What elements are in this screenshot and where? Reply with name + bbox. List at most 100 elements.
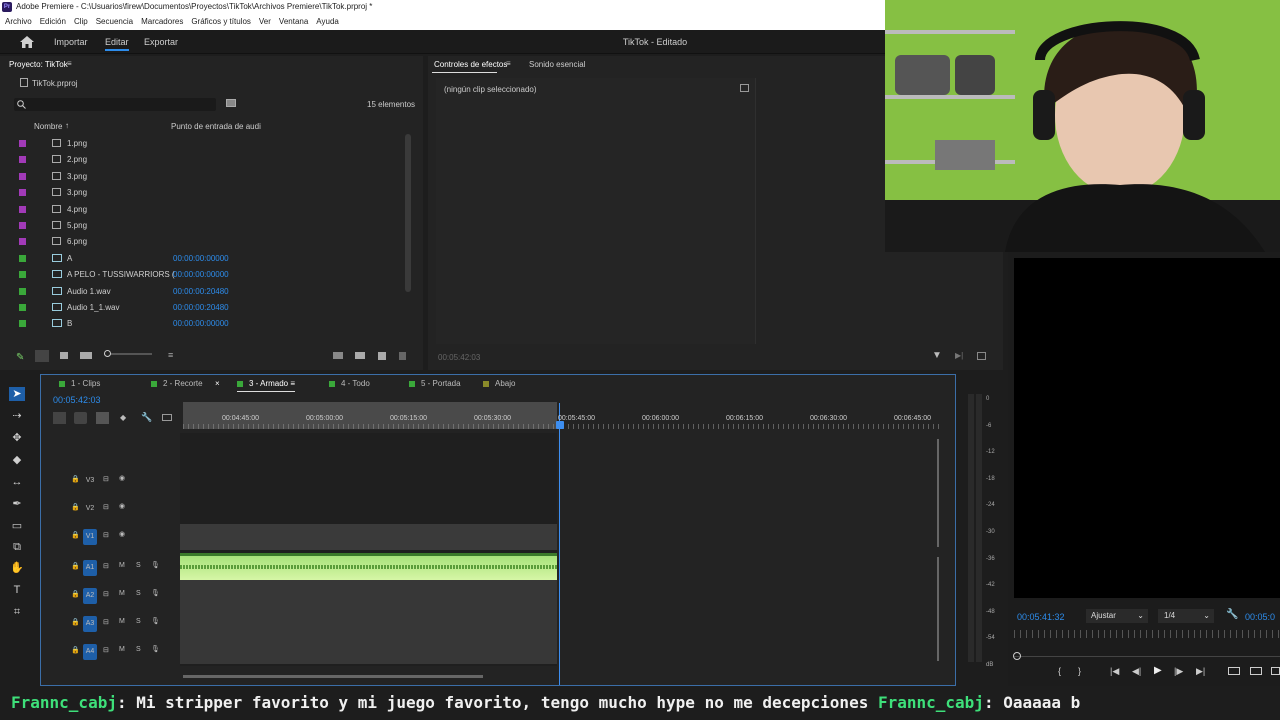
menu-ayuda[interactable]: Ayuda bbox=[316, 14, 339, 30]
menu-secuencia[interactable]: Secuencia bbox=[96, 14, 133, 30]
lock-icon[interactable]: 🔒 bbox=[71, 503, 80, 511]
resolution-select[interactable]: 1/4 ⌄ bbox=[1158, 609, 1214, 623]
extract-icon[interactable] bbox=[1250, 667, 1262, 675]
sync-lock-icon[interactable]: ⊟ bbox=[103, 531, 109, 539]
label-color-swatch[interactable] bbox=[19, 271, 26, 279]
menu-ventana[interactable]: Ventana bbox=[279, 14, 308, 30]
mute-button[interactable]: M bbox=[119, 590, 125, 597]
sync-lock-icon[interactable]: ⊟ bbox=[103, 475, 109, 483]
project-list-item[interactable]: 5.png bbox=[0, 218, 405, 233]
mark-in-icon[interactable]: { bbox=[1058, 666, 1061, 676]
menu-clip[interactable]: Clip bbox=[74, 14, 88, 30]
panel-menu-icon[interactable]: ≡ bbox=[67, 59, 72, 68]
project-list-item[interactable]: A PELO - TUSSIWARRIORS (00:00:00:00000 bbox=[0, 267, 405, 282]
track-name[interactable]: A3 bbox=[83, 616, 97, 632]
program-timecode[interactable]: 00:05:41:32 bbox=[1017, 612, 1065, 622]
step-forward-icon[interactable]: |▶ bbox=[1174, 666, 1183, 677]
play-icon[interactable]: ▶ bbox=[1154, 665, 1162, 676]
sync-lock-icon[interactable]: ⊟ bbox=[103, 590, 109, 598]
export-frame-icon[interactable] bbox=[1271, 667, 1280, 675]
transform-tool-icon[interactable]: ⧉ bbox=[9, 540, 25, 554]
new-item-icon[interactable] bbox=[378, 352, 386, 360]
project-list-item[interactable]: B 00:00:00:00000 bbox=[0, 316, 405, 331]
solo-button[interactable]: S bbox=[136, 590, 141, 597]
toggle-timeline-icon[interactable] bbox=[740, 84, 749, 92]
lock-icon[interactable]: 🔒 bbox=[71, 475, 80, 483]
video-track-header[interactable]: 🔒 V1 ⊟ ◉ bbox=[63, 524, 181, 550]
fit-select[interactable]: Ajustar ⌄ bbox=[1086, 609, 1148, 623]
label-color-swatch[interactable] bbox=[19, 222, 26, 229]
selection-tool-icon[interactable]: ➤ bbox=[9, 387, 25, 401]
microphone-icon[interactable]: 🎙 bbox=[151, 561, 160, 569]
project-list-item[interactable]: 3.png bbox=[0, 185, 405, 200]
step-back-icon[interactable]: ◀| bbox=[1132, 666, 1141, 677]
lock-icon[interactable]: 🔒 bbox=[71, 618, 80, 626]
lock-icon[interactable]: 🔒 bbox=[71, 531, 80, 539]
microphone-icon[interactable]: 🎙 bbox=[151, 589, 160, 597]
label-color-swatch[interactable] bbox=[19, 189, 26, 197]
playhead-line[interactable] bbox=[559, 403, 560, 685]
settings-wrench-icon[interactable]: 🔧 bbox=[1226, 609, 1238, 620]
filter-icon[interactable]: ▼ bbox=[932, 350, 942, 361]
label-color-swatch[interactable] bbox=[19, 320, 26, 328]
playhead-handle[interactable] bbox=[556, 421, 564, 429]
rectangle-tool-icon[interactable]: ▭ bbox=[9, 519, 25, 533]
track-select-tool-icon[interactable]: ⇢ bbox=[9, 409, 25, 423]
project-scrollbar[interactable] bbox=[405, 134, 411, 292]
eye-icon[interactable]: ◉ bbox=[119, 502, 125, 510]
menu-marcadores[interactable]: Marcadores bbox=[141, 14, 183, 30]
sequence-tab[interactable]: 4 - Todo bbox=[329, 379, 370, 388]
timeline-horizontal-scrollbar[interactable] bbox=[183, 675, 483, 678]
sequence-tab[interactable]: 5 - Portada bbox=[409, 379, 461, 388]
lock-icon[interactable]: 🔒 bbox=[71, 562, 80, 570]
caption-tool-icon[interactable]: ⌗ bbox=[9, 605, 25, 619]
import-tab[interactable]: Importar bbox=[54, 30, 88, 54]
home-icon[interactable] bbox=[20, 36, 34, 48]
video-track-header[interactable]: 🔒 V2 ⊟ ◉ bbox=[63, 496, 181, 522]
menu-graficos[interactable]: Gráficos y títulos bbox=[191, 14, 251, 30]
zoom-slider[interactable] bbox=[104, 350, 152, 357]
label-color-swatch[interactable] bbox=[19, 156, 26, 164]
microphone-icon[interactable]: 🎙 bbox=[151, 645, 160, 653]
project-list-item[interactable]: 4.png bbox=[0, 202, 405, 217]
ripple-edit-tool-icon[interactable]: ✥ bbox=[9, 431, 25, 445]
column-in-point-header[interactable]: Punto de entrada de audi bbox=[171, 122, 261, 131]
audio-vertical-scrollbar[interactable] bbox=[937, 557, 939, 661]
effects-menu-icon[interactable]: ≡ bbox=[506, 59, 511, 68]
sync-lock-icon[interactable]: ⊟ bbox=[103, 503, 109, 511]
type-tool-icon[interactable]: T bbox=[9, 583, 25, 597]
sort-icon[interactable]: ≡ bbox=[168, 350, 173, 360]
project-list-item[interactable]: 1.png bbox=[0, 136, 405, 151]
sequence-tab[interactable]: 3 - Armado × ≡ bbox=[215, 379, 296, 392]
audio-clip-a1[interactable] bbox=[180, 553, 557, 580]
go-to-out-icon[interactable]: ▶| bbox=[1196, 666, 1205, 677]
sync-lock-icon[interactable]: ⊟ bbox=[103, 562, 109, 570]
microphone-icon[interactable]: 🎙 bbox=[151, 617, 160, 625]
label-color-swatch[interactable] bbox=[19, 304, 26, 311]
lock-icon[interactable]: 🔒 bbox=[71, 590, 80, 598]
list-view-icon[interactable] bbox=[35, 350, 49, 362]
project-list-item[interactable]: A 00:00:00:00000 bbox=[0, 251, 405, 266]
razor-tool-icon[interactable]: ◆ bbox=[9, 453, 25, 467]
project-list-item[interactable]: 3.png bbox=[0, 169, 405, 184]
track-name[interactable]: V3 bbox=[83, 473, 97, 489]
lock-icon[interactable]: 🔒 bbox=[71, 646, 80, 654]
export-frame-icon[interactable] bbox=[977, 352, 986, 360]
program-scrubber[interactable] bbox=[1014, 656, 1280, 657]
label-color-swatch[interactable] bbox=[19, 205, 26, 213]
pencil-icon[interactable]: ✎ bbox=[16, 352, 24, 363]
track-name[interactable]: A4 bbox=[83, 644, 97, 660]
play-only-audio-icon[interactable]: ▶| bbox=[955, 351, 963, 360]
find-icon[interactable] bbox=[355, 352, 365, 359]
column-name-header[interactable]: Nombre bbox=[34, 122, 62, 131]
effect-controls-tab[interactable]: Controles de efectos bbox=[434, 60, 507, 69]
program-scrubber-handle[interactable] bbox=[1013, 652, 1021, 660]
project-search-input[interactable] bbox=[14, 98, 216, 111]
solo-button[interactable]: S bbox=[136, 646, 141, 653]
mark-out-icon[interactable]: } bbox=[1078, 666, 1081, 676]
automate-icon[interactable] bbox=[333, 352, 343, 359]
track-name[interactable]: A1 bbox=[83, 560, 97, 576]
project-list-item[interactable]: 2.png bbox=[0, 152, 405, 167]
eye-icon[interactable]: ◉ bbox=[119, 530, 125, 538]
hand-tool-icon[interactable]: ✋ bbox=[9, 561, 25, 575]
